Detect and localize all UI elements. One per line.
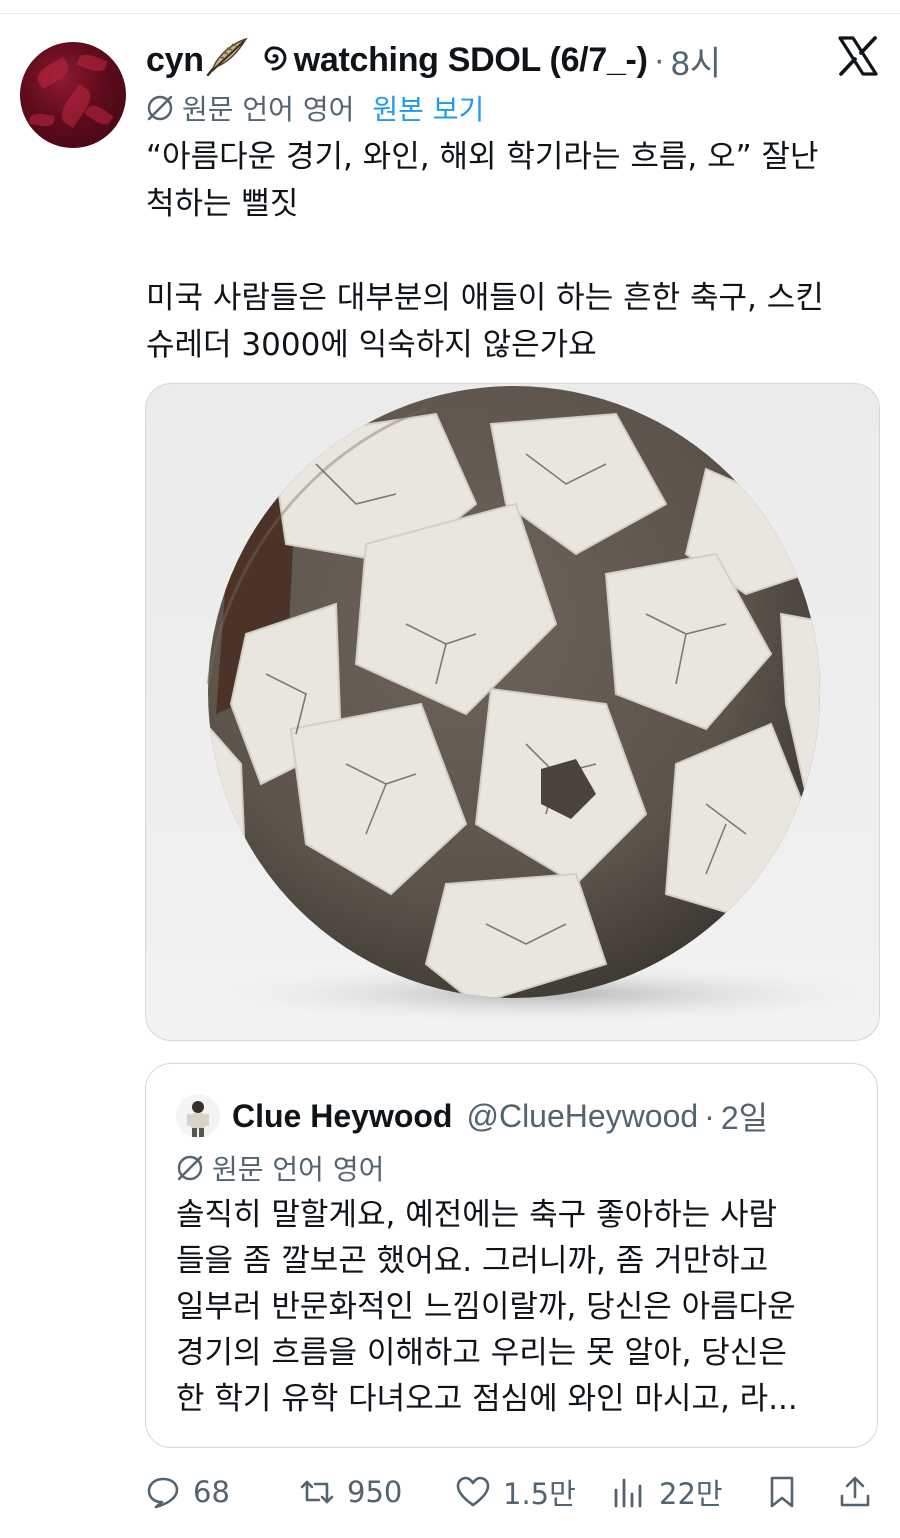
x-logo-icon[interactable] [838, 36, 878, 76]
translation-row: 원문 언어 영어 원본 보기 [146, 88, 484, 128]
tweet-text-line: 미국 사람들은 대부분의 애들이 하는 흔한 축구, 스킨 [146, 280, 824, 316]
tweet-text-line: 척하는 뻘짓 [146, 186, 299, 222]
bookmark-button[interactable] [764, 1466, 812, 1518]
status-text: watching SDOL (6/7_-) [293, 40, 648, 79]
quote-text-line: 들을 좀 깔보곤 했어요. 그러니까, 좀 거만하고 [176, 1243, 769, 1279]
quote-translation-label: 원문 언어 영어 [212, 1153, 385, 1186]
translate-icon [177, 1155, 203, 1181]
header-separator: · [653, 40, 665, 79]
quote-avatar[interactable] [176, 1094, 220, 1138]
views-icon [614, 1478, 642, 1508]
tweet-media-image[interactable] [145, 383, 880, 1041]
translate-icon [147, 95, 173, 121]
top-divider [0, 13, 900, 14]
reply-count: 68 [193, 1475, 230, 1509]
quote-text: 솔직히 말할게요, 예전에는 축구 좋아하는 사람 들을 좀 깔보곤 했어요. … [176, 1192, 856, 1422]
worn-soccer-ball-icon [206, 386, 866, 1022]
quote-header: Clue Heywood @ClueHeywood · 2일 [176, 1092, 768, 1140]
quoted-tweet[interactable]: Clue Heywood @ClueHeywood · 2일 원문 언어 영어 … [145, 1063, 878, 1448]
action-bar: 68 950 1.5만 22만 [145, 1466, 880, 1518]
share-button[interactable] [837, 1466, 885, 1518]
reply-icon [147, 1477, 179, 1509]
quote-display-name[interactable]: Clue Heywood [232, 1098, 452, 1135]
heart-icon [456, 1476, 490, 1507]
like-button[interactable]: 1.5만 [455, 1466, 576, 1518]
quote-time[interactable]: 2일 [721, 1093, 768, 1139]
tweet-header: cyn watching SDOL (6/7_-) · 8시 [146, 34, 721, 86]
spiral-icon [258, 40, 290, 81]
user-avatar[interactable] [20, 42, 126, 148]
quote-text-line: 일부러 반문화적인 느낌이랄까, 당신은 아름다운 [176, 1289, 796, 1325]
translation-label: 원문 언어 영어 [182, 93, 355, 126]
views-count: 22만 [659, 1477, 723, 1511]
display-name[interactable]: cyn [146, 41, 204, 80]
like-count: 1.5만 [503, 1477, 576, 1511]
retweet-button[interactable]: 950 [299, 1466, 402, 1518]
reply-button[interactable]: 68 [145, 1466, 230, 1518]
retweet-icon [300, 1480, 334, 1504]
quote-text-line: 솔직히 말할게요, 예전에는 축구 좋아하는 사람 [176, 1197, 778, 1233]
share-icon [840, 1476, 870, 1507]
views-button[interactable]: 22만 [611, 1466, 723, 1518]
quote-text-line: 경기의 흐름을 이해하고 우리는 못 알아, 당신은 [176, 1335, 787, 1371]
tweet-time[interactable]: 8시 [671, 36, 721, 85]
tweet-text-line: “아름다운 경기, 와인, 해외 학기라는 흐름, 오” 잘난 [146, 139, 819, 175]
retweet-count: 950 [347, 1475, 403, 1509]
tweet-text: “아름다운 경기, 와인, 해외 학기라는 흐름, 오” 잘난 척하는 뻘짓 미… [146, 134, 876, 369]
quote-translation-row: 원문 언어 영어 [176, 1148, 384, 1188]
quote-handle[interactable]: @ClueHeywood [466, 1098, 698, 1135]
quote-text-line: 한 학기 유학 다녀오고 점심에 와인 마시고, 라... [176, 1381, 798, 1417]
feather-icon [206, 36, 250, 85]
bookmark-icon [770, 1476, 794, 1508]
show-original-link[interactable]: 원본 보기 [372, 88, 484, 128]
tweet-text-line: 슈레더 3000에 익숙하지 않은가요 [146, 327, 597, 363]
quote-separator: · [704, 1097, 715, 1134]
